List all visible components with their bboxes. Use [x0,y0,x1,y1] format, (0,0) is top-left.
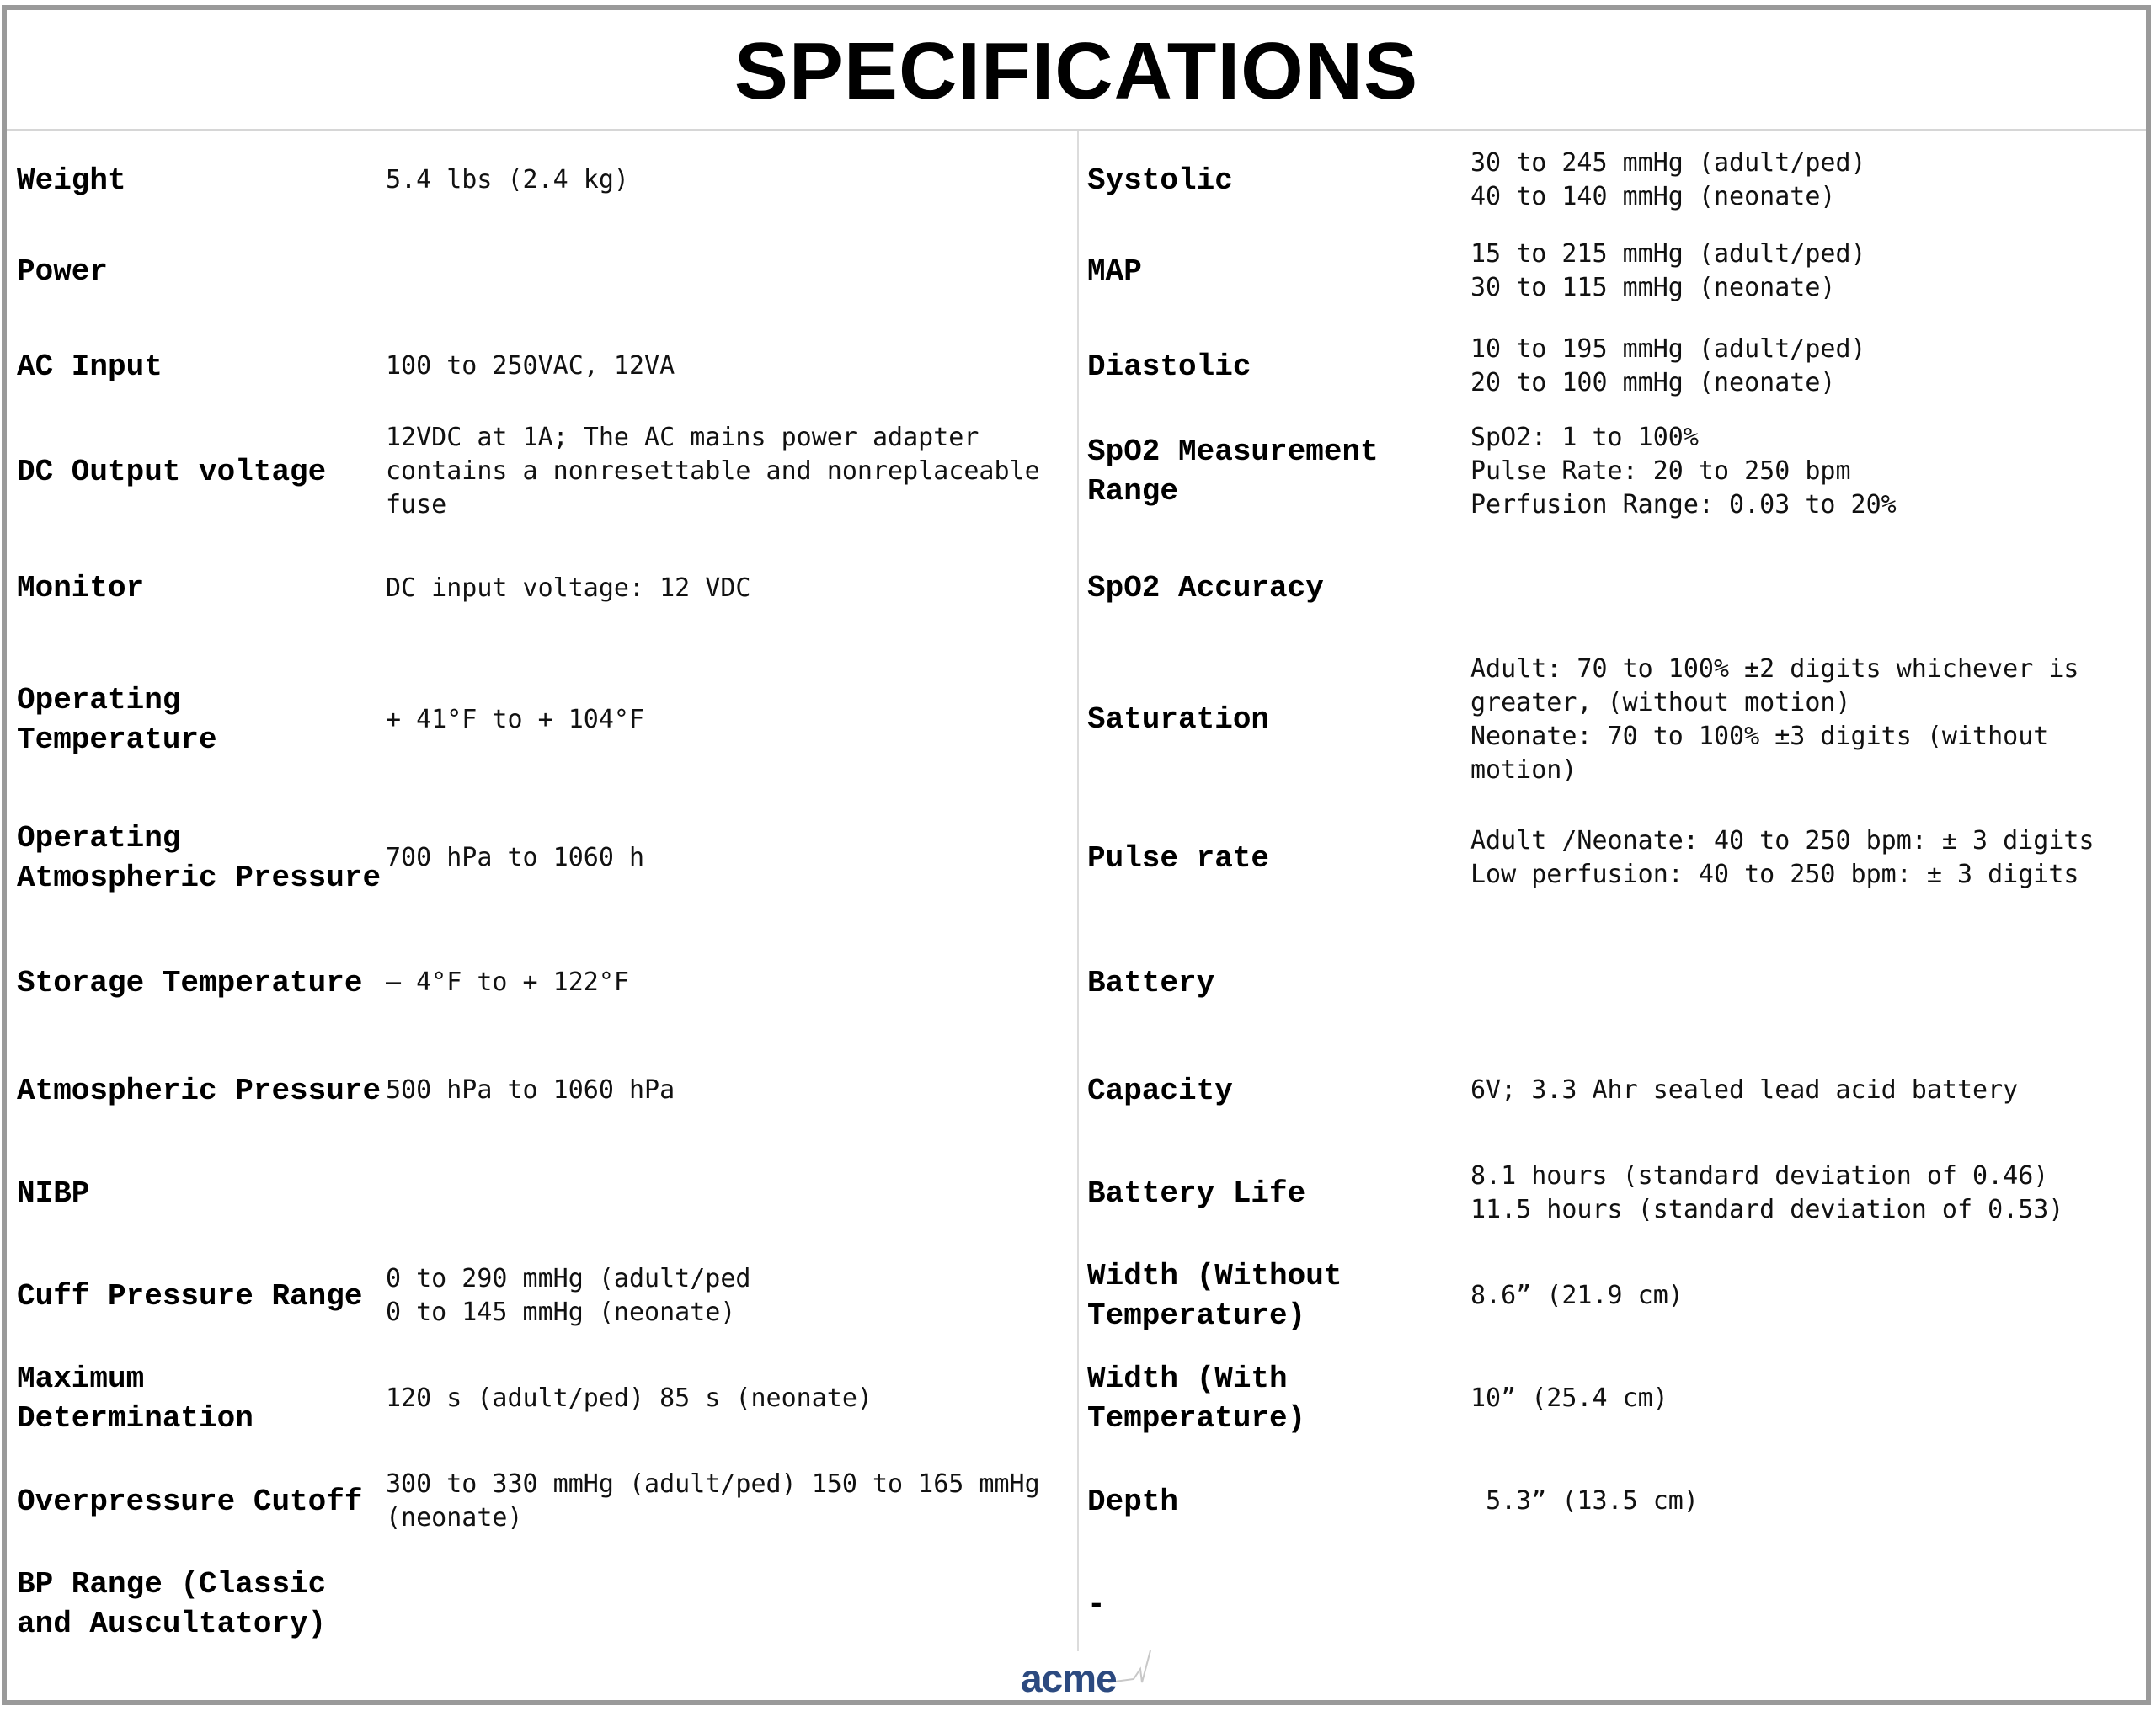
spec-value: SpO2: 1 to 100% Pulse Rate: 20 to 250 bp… [1470,423,1897,520]
spec-value: 100 to 250VAC, 12VA [386,351,675,381]
spec-value: 10 to 195 mmHg (adult/ped) 20 to 100 mmH… [1470,334,1866,397]
spec-row: DC Output voltage 12VDC at 1A; The AC mai… [7,416,1077,527]
spec-label: Weight [17,163,126,198]
spec-value: Adult /Neonate: 40 to 250 bpm: ± 3 digit… [1470,826,2095,889]
spec-row: Pulse rate Adult /Neonate: 40 to 250 bpm:… [1077,790,2148,926]
spec-row: Capacity 6V; 3.3 Ahr sealed lead acid bat… [1077,1039,2148,1142]
spec-label: Depth [1087,1484,1179,1519]
spec-sheet: SPECIFICATIONS Weight 5.4 lbs (2.4 kg) Sy… [2,5,2151,1705]
spec-value: 6V; 3.3 Ahr sealed lead acid battery [1470,1075,2019,1105]
spec-label: Maximum Determination [17,1362,253,1436]
spec-row: Systolic 30 to 245 mmHg (adult/ped) 40 to… [1077,135,2148,226]
spec-label: SpO2 Accuracy [1087,571,1324,605]
spec-value: + 41°F to + 104°F [386,704,645,734]
spec-row: NIBP [7,1142,1077,1245]
spec-label: Pulse rate [1087,840,1270,876]
spec-row: Storage Temperature – 4°F to + 122°F [7,926,1077,1039]
spec-row: SpO2 Measurement Range SpO2: 1 to 100% Pu… [1077,416,2148,527]
spec-row: Overpressure Cutoff 300 to 330 mmHg (adul… [7,1450,1077,1553]
spec-value: 5.4 lbs (2.4 kg) [386,165,629,195]
spec-row: Battery Life 8.1 hours (standard deviatio… [1077,1142,2148,1245]
spec-row: Atmospheric Pressure 500 hPa to 1060 hPa [7,1039,1077,1142]
brand-logo: acme [1016,1649,1159,1708]
spec-value: DC input voltage: 12 VDC [386,573,751,603]
spec-label: Storage Temperature [17,965,363,1000]
spec-value [1470,926,2148,1039]
spec-label: Atmospheric Pressure [17,1073,382,1108]
spec-row: Battery [1077,926,2148,1039]
spec-row: SpO2 Accuracy [1077,527,2148,649]
spec-value: 300 to 330 mmHg (adult/ped) 150 to 165 m… [386,1469,1055,1533]
spec-row: Operating Temperature + 41°F to + 104°F [7,649,1077,790]
title-bar: SPECIFICATIONS [7,10,2146,131]
spec-value: 120 s (adult/ped) 85 s (neonate) [386,1383,873,1413]
spec-row: Operating Atmospheric Pressure 700 hPa to… [7,790,1077,926]
spec-label: AC Input [17,349,163,384]
spec-value: 30 to 245 mmHg (adult/ped) 40 to 140 mmH… [1470,148,1866,211]
page-title: SPECIFICATIONS [734,25,1419,116]
spec-label: - [1087,1586,1106,1622]
spec-value: Adult: 70 to 100% ±2 digits whichever is… [1470,653,2079,785]
spec-value [386,1553,1077,1655]
spec-value: 5.3” (13.5 cm) [1470,1486,1699,1516]
spec-row: Power [7,226,1077,317]
spec-value [1470,1553,2148,1655]
spec-row: - [1077,1553,2148,1655]
spec-label: NIBP [17,1176,90,1211]
spec-row: Maximum Determination 120 s (adult/ped) 8… [7,1347,1077,1450]
spec-value: 12VDC at 1A; The AC mains power adapter … [386,423,1055,520]
spec-label: DC Output voltage [17,454,327,489]
spec-value: 500 hPa to 1060 hPa [386,1075,675,1105]
spec-value: 15 to 215 mmHg (adult/ped) 30 to 115 mmH… [1470,239,1866,302]
brand-logo-text: acme [1021,1656,1118,1700]
spec-label: MAP [1087,253,1142,289]
spec-label: Monitor [17,571,145,605]
spec-value: 0 to 290 mmHg (adult/ped 0 to 145 mmHg (… [386,1264,751,1327]
spec-table: Weight 5.4 lbs (2.4 kg) Systolic 30 to 245… [7,135,2146,1655]
spec-row: AC Input 100 to 250VAC, 12VA [7,317,1077,416]
spec-row: BP Range (Classic and Auscultatory) [7,1553,1077,1655]
spec-row: Weight 5.4 lbs (2.4 kg) [7,135,1077,226]
spec-label: Saturation [1087,702,1270,737]
spec-row: Width (With Temperature) 10” (25.4 cm) [1077,1347,2148,1450]
spec-label: Battery Life [1087,1176,1306,1211]
spec-label: Power [17,253,109,289]
spec-value [386,1142,1077,1245]
spec-label: Overpressure Cutoff [17,1484,363,1519]
spec-value: 8.6” (21.9 cm) [1470,1281,1684,1310]
spec-value: 10” (25.4 cm) [1470,1383,1668,1413]
spec-label: Diastolic [1087,349,1251,384]
spec-row: MAP 15 to 215 mmHg (adult/ped) 30 to 115 … [1077,226,2148,317]
spec-row: Saturation Adult: 70 to 100% ±2 digits wh… [1077,649,2148,790]
spec-label: Capacity [1087,1073,1233,1108]
spec-row: Monitor DC input voltage: 12 VDC [7,527,1077,649]
spec-label: BP Range (Classic and Auscultatory) [17,1567,344,1641]
spec-label: Systolic [1087,163,1233,198]
spec-label: Operating Atmospheric Pressure [17,821,382,895]
spec-row: Width (Without Temperature) 8.6” (21.9 cm… [1077,1245,2148,1347]
spec-value: – 4°F to + 122°F [386,968,629,997]
spec-label: Cuff Pressure Range [17,1278,363,1314]
spec-label: Battery [1087,965,1215,1000]
spec-value [1470,527,2148,649]
spec-label: SpO2 Measurement Range [1087,434,1397,509]
spec-label: Width (Without Temperature) [1087,1259,1361,1333]
spec-value: 8.1 hours (standard deviation of 0.46) 1… [1470,1161,2064,1224]
spec-row: Cuff Pressure Range 0 to 290 mmHg (adult/… [7,1245,1077,1347]
spec-label: Operating Temperature [17,682,217,757]
spec-row: Diastolic 10 to 195 mmHg (adult/ped) 20 t… [1077,317,2148,416]
spec-row: Depth 5.3” (13.5 cm) [1077,1450,2148,1553]
spec-label: Width (With Temperature) [1087,1362,1306,1436]
spec-value [386,226,1077,317]
spec-value: 700 hPa to 1060 h [386,843,645,872]
